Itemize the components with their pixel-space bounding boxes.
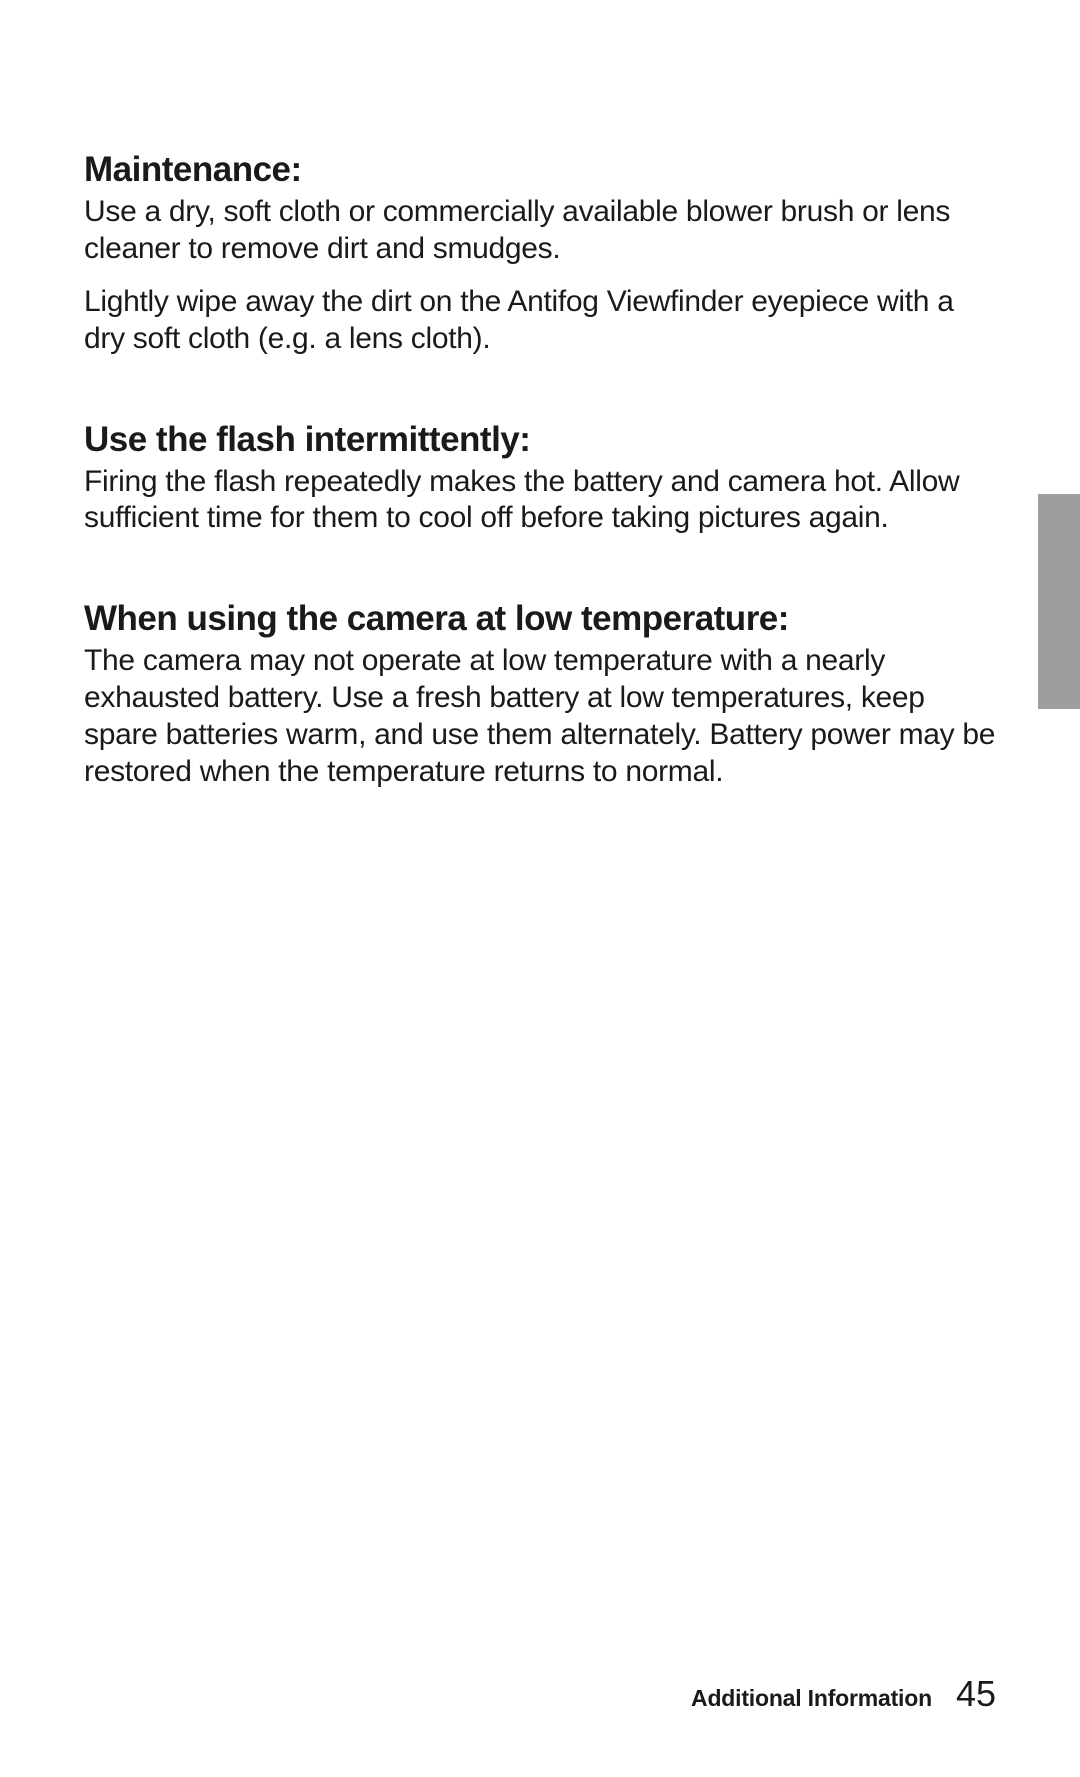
section-heading: Maintenance:: [84, 150, 1000, 190]
section-heading: When using the camera at low temperature…: [84, 599, 1000, 639]
body-paragraph: Use a dry, soft cloth or commercially av…: [84, 194, 1000, 268]
page-number: 45: [956, 1673, 996, 1715]
body-paragraph: The camera may not operate at low temper…: [84, 643, 1000, 791]
page-content: Maintenance: Use a dry, soft cloth or co…: [0, 0, 1080, 791]
section-heading: Use the flash intermittently:: [84, 420, 1000, 460]
body-paragraph: Lightly wipe away the dirt on the Antifo…: [84, 284, 1000, 358]
section-low-temperature: When using the camera at low temperature…: [84, 599, 1000, 791]
page-footer: Additional Information 45: [691, 1673, 996, 1715]
section-maintenance: Maintenance: Use a dry, soft cloth or co…: [84, 150, 1000, 358]
section-flash: Use the flash intermittently: Firing the…: [84, 420, 1000, 538]
thumb-tab: [1038, 494, 1080, 709]
body-paragraph: Firing the flash repeatedly makes the ba…: [84, 464, 1000, 538]
footer-section-label: Additional Information: [691, 1685, 932, 1712]
